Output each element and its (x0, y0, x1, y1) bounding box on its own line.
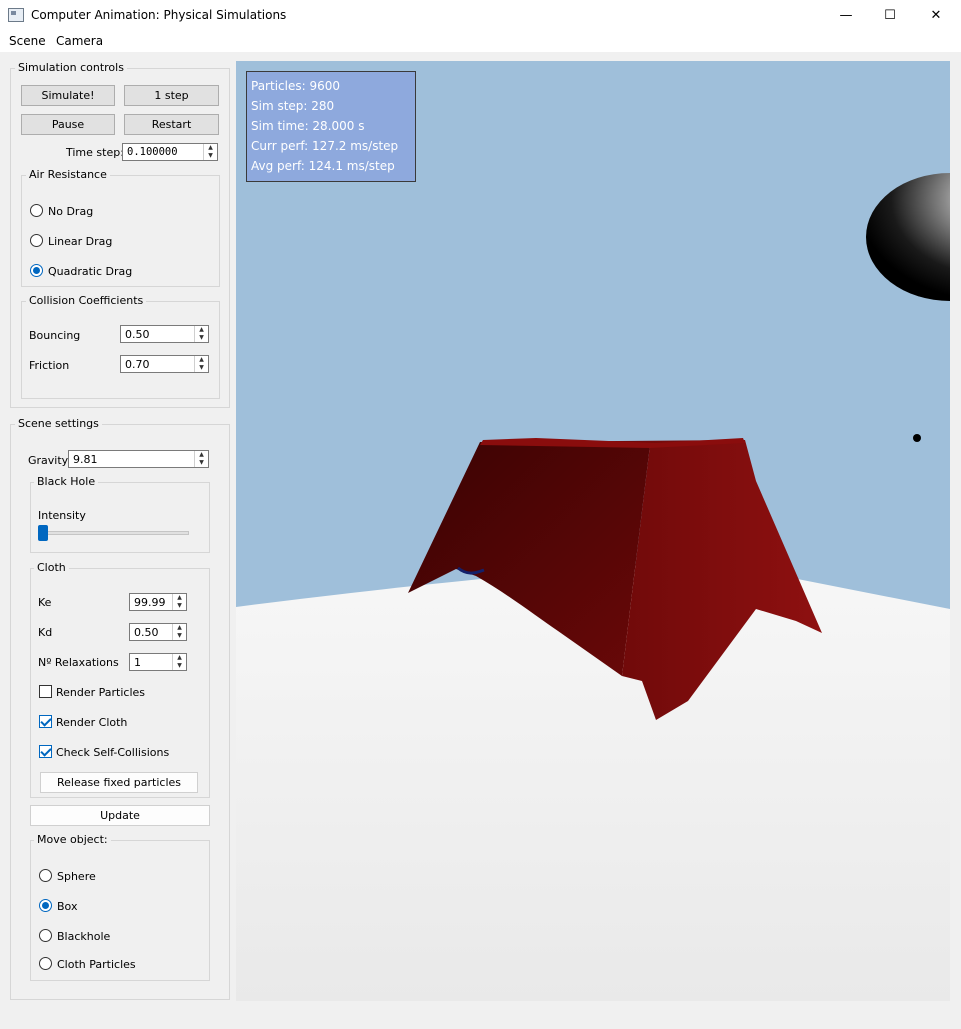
ke-spinbox[interactable]: 99.99 ▲ ▼ (129, 593, 187, 611)
timestep-spinbox[interactable]: 0.100000 ▲ ▼ (122, 143, 218, 161)
move-box-label: Box (57, 900, 78, 913)
move-sphere-radio[interactable] (39, 869, 52, 882)
linear-drag-radio[interactable] (30, 234, 43, 247)
gravity-value: 9.81 (73, 453, 98, 466)
self-collisions-checkbox[interactable] (39, 745, 52, 758)
quadratic-drag-label: Quadratic Drag (48, 265, 133, 278)
move-cloth-particles-label: Cloth Particles (57, 958, 136, 971)
title-bar: Computer Animation: Physical Simulations… (0, 0, 961, 31)
menu-camera[interactable]: Camera (56, 34, 103, 48)
update-button[interactable]: Update (30, 805, 210, 826)
maximize-button[interactable]: ☐ (867, 0, 913, 31)
restart-button[interactable]: Restart (124, 114, 219, 135)
intensity-label: Intensity (38, 509, 86, 522)
hud-sim-time: Sim time: 28.000 s (251, 119, 365, 133)
one-step-button[interactable]: 1 step (124, 85, 219, 106)
render-particles-checkbox[interactable] (39, 685, 52, 698)
spin-up-icon[interactable]: ▲ (173, 594, 186, 602)
no-drag-radio[interactable] (30, 204, 43, 217)
intensity-slider-handle[interactable] (38, 525, 48, 541)
friction-spinbox[interactable]: 0.70 ▲ ▼ (120, 355, 209, 373)
collision-group (21, 301, 220, 399)
release-fixed-particles-button[interactable]: Release fixed particles (40, 772, 198, 793)
ke-label: Ke (38, 596, 52, 609)
spin-up-icon[interactable]: ▲ (173, 624, 186, 632)
kd-value: 0.50 (134, 626, 159, 639)
spin-down-icon[interactable]: ▼ (195, 334, 208, 342)
no-drag-label: No Drag (48, 205, 94, 218)
relaxations-spinbox[interactable]: 1 ▲ ▼ (129, 653, 187, 671)
hud-particles: Particles: 9600 (251, 79, 340, 93)
linear-drag-label: Linear Drag (48, 235, 113, 248)
spin-down-icon[interactable]: ▼ (195, 364, 208, 372)
spin-down-icon[interactable]: ▼ (173, 662, 186, 670)
ke-value: 99.99 (134, 596, 166, 609)
timestep-value: 0.100000 (127, 146, 178, 158)
simulation-viewport[interactable]: Particles: 9600 Sim step: 280 Sim time: … (236, 61, 950, 1001)
render-cloth-checkbox[interactable] (39, 715, 52, 728)
kd-label: Kd (38, 626, 53, 639)
timestep-label: Time step: (66, 146, 124, 159)
spin-down-icon[interactable]: ▼ (195, 459, 208, 467)
hud-avg-perf: Avg perf: 124.1 ms/step (251, 159, 395, 173)
intensity-slider-track[interactable] (38, 531, 189, 535)
render-cloth-label: Render Cloth (56, 716, 128, 729)
blackhole-marker (913, 434, 921, 442)
hud-curr-perf: Curr perf: 127.2 ms/step (251, 139, 399, 153)
relaxations-value: 1 (134, 656, 141, 669)
friction-value: 0.70 (125, 358, 150, 371)
quadratic-drag-radio[interactable] (30, 264, 43, 277)
spin-down-icon[interactable]: ▼ (204, 152, 217, 160)
minimize-button[interactable]: — (823, 0, 869, 31)
bouncing-label: Bouncing (29, 329, 81, 342)
move-box-radio[interactable] (39, 899, 52, 912)
stats-overlay: Particles: 9600 Sim step: 280 Sim time: … (246, 71, 416, 182)
hud-sim-step: Sim step: 280 (251, 99, 335, 113)
black-hole-title: Black Hole (34, 475, 99, 488)
render-particles-label: Render Particles (56, 686, 146, 699)
spin-up-icon[interactable]: ▲ (204, 144, 217, 152)
move-blackhole-radio[interactable] (39, 929, 52, 942)
friction-label: Friction (29, 359, 70, 372)
air-resistance-title: Air Resistance (26, 168, 110, 181)
menu-bar: Scene Camera (0, 31, 961, 52)
bouncing-spinbox[interactable]: 0.50 ▲ ▼ (120, 325, 209, 343)
spin-up-icon[interactable]: ▲ (173, 654, 186, 662)
menu-scene[interactable]: Scene (9, 34, 46, 48)
spin-up-icon[interactable]: ▲ (195, 326, 208, 334)
simulate-button[interactable]: Simulate! (21, 85, 115, 106)
spin-up-icon[interactable]: ▲ (195, 451, 208, 459)
spin-up-icon[interactable]: ▲ (195, 356, 208, 364)
gravity-label: Gravity (28, 454, 69, 467)
pause-button[interactable]: Pause (21, 114, 115, 135)
scene-render (236, 61, 950, 1001)
spin-down-icon[interactable]: ▼ (173, 602, 186, 610)
move-blackhole-label: Blackhole (57, 930, 111, 943)
close-button[interactable]: ✕ (913, 0, 959, 31)
kd-spinbox[interactable]: 0.50 ▲ ▼ (129, 623, 187, 641)
app-icon (8, 8, 24, 22)
gravity-spinbox[interactable]: 9.81 ▲ ▼ (68, 450, 209, 468)
simulation-controls-title: Simulation controls (15, 61, 127, 74)
move-cloth-particles-radio[interactable] (39, 957, 52, 970)
cloth-title: Cloth (34, 561, 69, 574)
spin-down-icon[interactable]: ▼ (173, 632, 186, 640)
move-object-title: Move object: (34, 833, 111, 846)
relaxations-label: Nº Relaxations (38, 656, 119, 669)
bouncing-value: 0.50 (125, 328, 150, 341)
collision-title: Collision Coefficients (26, 294, 147, 307)
scene-settings-title: Scene settings (15, 417, 102, 430)
window-title: Computer Animation: Physical Simulations (31, 8, 287, 22)
self-collisions-label: Check Self-Collisions (56, 746, 170, 759)
move-sphere-label: Sphere (57, 870, 96, 883)
